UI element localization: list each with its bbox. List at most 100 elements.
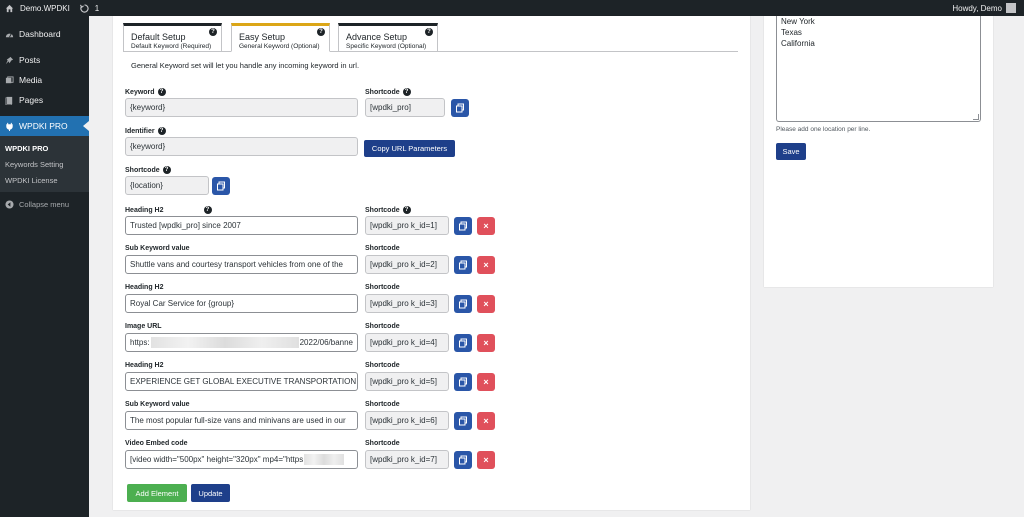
sidebar-item-posts[interactable]: Posts — [0, 50, 89, 70]
keyword-shortcode-field[interactable]: [wpdki_pro] — [365, 98, 445, 117]
sub-keyword-input[interactable]: The most popular full-size vans and mini… — [125, 411, 358, 430]
row-shortcode-field[interactable]: [wpdki_pro k_id=3] — [365, 294, 449, 313]
tab-easy-setup[interactable]: Easy Setup General Keyword (Optional) ? — [231, 23, 330, 52]
resize-handle[interactable] — [973, 114, 979, 120]
row-shortcode-field[interactable]: [wpdki_pro k_id=4] — [365, 333, 449, 352]
row-label: Video Embed code — [125, 440, 188, 447]
sidebar-item-dashboard[interactable]: Dashboard — [0, 24, 89, 44]
admin-sidebar: Dashboard Posts Media Pages WPDKI PRO WP… — [0, 16, 89, 517]
locations-textarea[interactable]: New York Texas California — [776, 16, 981, 122]
row-shortcode-field[interactable]: [wpdki_pro k_id=2] — [365, 255, 449, 274]
delete-button[interactable]: × — [477, 217, 495, 235]
tab-title: Advance Setup — [346, 32, 408, 42]
shortcode-label: Shortcode — [365, 245, 400, 252]
row-shortcode-field[interactable]: [wpdki_pro k_id=1] — [365, 216, 449, 235]
help-icon[interactable]: ? — [157, 127, 166, 135]
identifier-input[interactable]: {keyword} — [125, 137, 358, 156]
wpdki-submenu: WPDKI PRO Keywords Setting WPDKI License — [0, 136, 89, 192]
row-shortcode-field[interactable]: [wpdki_pro k_id=7] — [365, 450, 449, 469]
copy-button[interactable] — [454, 451, 472, 469]
setup-tabs: Default Setup Default Keyword (Required)… — [123, 23, 738, 52]
tab-title: Default Setup — [131, 32, 186, 42]
shortcode-label: Shortcode? — [365, 88, 411, 96]
copy-button[interactable] — [451, 99, 469, 117]
pages-icon — [5, 96, 13, 105]
submenu-item-wpdki-license[interactable]: WPDKI License — [0, 172, 89, 188]
row-shortcode-field[interactable]: [wpdki_pro k_id=5] — [365, 372, 449, 391]
sidebar-item-pages[interactable]: Pages — [0, 90, 89, 110]
row-label: Sub Keyword value — [125, 245, 190, 252]
copy-icon — [459, 377, 467, 387]
sub-keyword-input[interactable]: Shuttle vans and courtesy transport vehi… — [125, 255, 358, 274]
updates-icon[interactable] — [79, 3, 89, 13]
save-button[interactable]: Save — [776, 143, 806, 160]
row-label: Heading H2 — [125, 362, 164, 369]
tab-subtitle: Specific Keyword (Optional) — [346, 43, 427, 50]
collapse-menu-button[interactable]: Collapse menu — [0, 194, 89, 214]
settings-card: Default Setup Default Keyword (Required)… — [113, 16, 750, 510]
greeting[interactable]: Howdy, Demo — [952, 4, 1002, 13]
submenu-item-wpdki-pro[interactable]: WPDKI PRO — [0, 140, 89, 156]
tab-advance-setup[interactable]: Advance Setup Specific Keyword (Optional… — [338, 23, 438, 52]
heading-h2-input[interactable]: EXPERIENCE GET GLOBAL EXECUTIVE TRANSPOR… — [125, 372, 358, 391]
plugin-icon — [6, 122, 13, 131]
identifier-label: Identifier? — [125, 127, 166, 135]
home-icon[interactable] — [5, 4, 14, 13]
tab-default-setup[interactable]: Default Setup Default Keyword (Required)… — [123, 23, 222, 52]
close-icon: × — [483, 299, 489, 309]
copy-button[interactable] — [454, 412, 472, 430]
row-label: Sub Keyword value — [125, 401, 190, 408]
shortcode-label: Shortcode — [365, 440, 400, 447]
add-element-button[interactable]: Add Element — [127, 484, 187, 502]
copy-button[interactable] — [454, 217, 472, 235]
copy-icon — [459, 338, 467, 348]
redacted-region — [304, 454, 345, 465]
copy-icon — [459, 455, 467, 465]
heading-h2-input[interactable]: Trusted [wpdki_pro] since 2007 — [125, 216, 358, 235]
row-label: Heading H2 — [125, 284, 164, 291]
keyword-label: Keyword? — [125, 88, 166, 96]
row-label: Heading H2? — [125, 206, 212, 214]
tab-subtitle: Default Keyword (Required) — [131, 43, 212, 50]
delete-button[interactable]: × — [477, 295, 495, 313]
help-icon[interactable]: ? — [402, 88, 411, 96]
video-embed-input[interactable]: [video width="500px" height="320px" mp4=… — [125, 450, 358, 469]
submenu-item-keywords-setting[interactable]: Keywords Setting — [0, 156, 89, 172]
location-shortcode-field[interactable]: {location} — [125, 176, 209, 195]
help-icon[interactable]: ? — [162, 166, 171, 174]
site-name-link[interactable]: Demo.WPDKI — [20, 4, 70, 13]
delete-button[interactable]: × — [477, 373, 495, 391]
sidebar-item-wpdki-pro[interactable]: WPDKI PRO — [0, 116, 89, 136]
copy-button[interactable] — [454, 373, 472, 391]
help-icon[interactable]: ? — [317, 28, 325, 36]
shortcode-label: Shortcode — [365, 401, 400, 408]
update-button[interactable]: Update — [191, 484, 230, 502]
row-shortcode-field[interactable]: [wpdki_pro k_id=6] — [365, 411, 449, 430]
embed-prefix: [video width="500px" height="320px" mp4=… — [130, 455, 304, 464]
delete-button[interactable]: × — [477, 412, 495, 430]
close-icon: × — [483, 377, 489, 387]
help-icon[interactable]: ? — [425, 28, 433, 36]
help-icon[interactable]: ? — [157, 88, 166, 96]
copy-url-parameters-button[interactable]: Copy URL Parameters — [364, 140, 455, 157]
image-url-input[interactable]: https: 2022/06/banne — [125, 333, 358, 352]
avatar[interactable] — [1006, 3, 1016, 13]
help-icon[interactable]: ? — [203, 206, 212, 214]
sidebar-item-media[interactable]: Media — [0, 70, 89, 90]
copy-button[interactable] — [454, 256, 472, 274]
help-icon[interactable]: ? — [209, 28, 217, 36]
delete-button[interactable]: × — [477, 451, 495, 469]
copy-icon — [459, 299, 467, 309]
help-icon[interactable]: ? — [402, 206, 411, 214]
copy-button[interactable] — [212, 177, 230, 195]
copy-icon — [456, 103, 464, 113]
keyword-input[interactable]: {keyword} — [125, 98, 358, 117]
heading-h2-input[interactable]: Royal Car Service for {group} — [125, 294, 358, 313]
delete-button[interactable]: × — [477, 256, 495, 274]
delete-button[interactable]: × — [477, 334, 495, 352]
shortcode-label: Shortcode — [365, 284, 400, 291]
updates-count[interactable]: 1 — [95, 4, 99, 13]
copy-button[interactable] — [454, 334, 472, 352]
copy-button[interactable] — [454, 295, 472, 313]
copy-icon — [459, 416, 467, 426]
